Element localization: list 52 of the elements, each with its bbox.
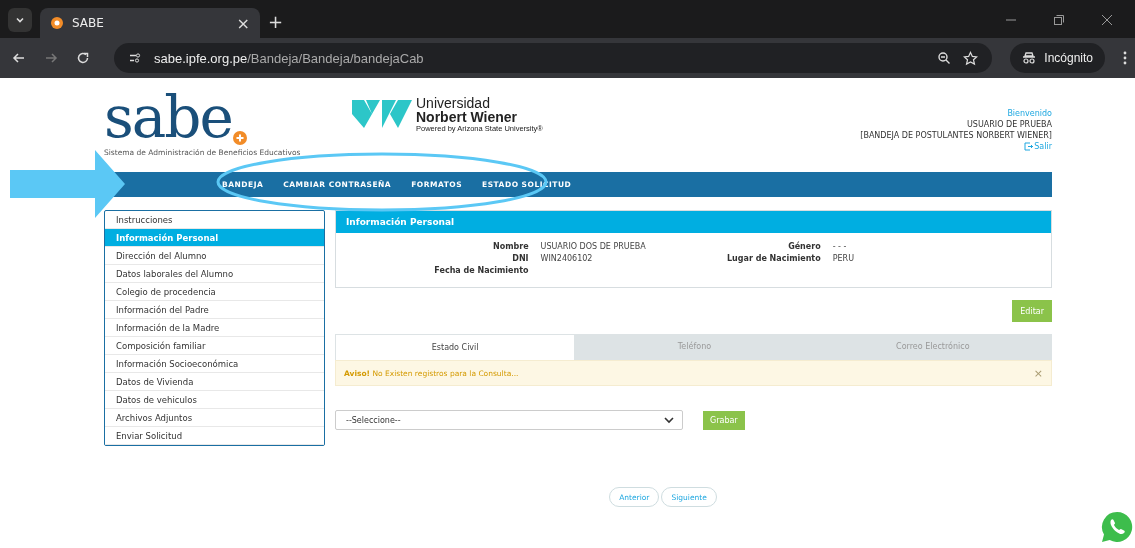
select-field[interactable]: --Seleccione-- [335,410,683,430]
site-settings-icon[interactable] [128,51,142,65]
restore-icon[interactable] [1053,14,1065,26]
reload-icon[interactable] [76,51,90,65]
incognito-icon [1022,52,1037,64]
tab-title: SABE [72,16,105,30]
tray-name: [BANDEJA DE POSTULANTES NORBERT WIENER] [860,130,1052,141]
field-value: WIN2406102 [540,253,594,265]
logout-icon [1024,142,1034,151]
field-label: Nombre [491,241,529,253]
new-tab-button[interactable]: + [268,11,284,32]
sidebar-item[interactable]: Datos de vehiculos [105,391,324,409]
field-value: PERU [832,253,854,265]
close-tab-button[interactable]: × [236,13,250,33]
logo-text: sabe [104,88,232,146]
sidebar-item[interactable]: Dirección del Alumno [105,247,324,265]
field-label: Género [787,241,821,253]
incognito-button[interactable]: Incógnito [1010,43,1105,73]
field-label: Fecha de Nacimiento [433,265,529,277]
sidebar-item[interactable]: Información Socioeconómica [105,355,324,373]
university-name: Universidad [416,96,491,110]
tab-list-button[interactable] [8,8,32,32]
sidebar-item[interactable]: Datos de Vivienda [105,373,324,391]
sidebar-item[interactable]: Información de la Madre [105,319,324,337]
sidebar-item[interactable]: Datos laborales del Alumno [105,265,324,283]
field-value: - - - [832,241,848,253]
close-icon[interactable] [1101,14,1113,26]
chevron-down-icon [15,15,25,25]
back-icon[interactable] [12,51,26,65]
address-bar[interactable]: sabe.ipfe.org.pe/Bandeja/Bandeja/bandejaCab [114,43,993,73]
menu-icon[interactable] [1123,51,1127,65]
sidebar-item[interactable]: Composición familiar [105,337,324,355]
sidebar-item[interactable]: Enviar Solicitud [105,427,324,445]
field-label: DNI [511,253,529,265]
logo-mark-icon [231,130,248,146]
user-name: USUARIO DE PRUEBA [966,119,1052,130]
sidebar-item[interactable]: Información del Padre [105,301,324,319]
zoom-icon[interactable] [937,51,952,65]
browser-tab[interactable]: SABE × [40,8,260,38]
favicon-icon [50,16,64,30]
star-icon[interactable] [963,50,979,66]
sidebar-item[interactable]: Archivos Adjuntos [105,409,324,427]
forward-icon[interactable] [44,51,58,65]
url-text: sabe.ipfe.org.pe/Bandeja/Bandeja/bandejaCab [154,50,424,66]
tab[interactable]: Estado Civil [335,334,576,360]
field-label: Lugar de Nacimiento [727,253,821,265]
sidebar-item[interactable]: Colegio de procedencia [105,283,324,301]
university-name: Norbert Wiener [416,110,518,124]
welcome-text: Bienvenido [1007,108,1052,119]
field-value: USUARIO DOS DE PRUEBA [540,241,647,253]
chevron-down-icon [664,416,674,424]
panel-title: Información Personal [336,211,1051,233]
